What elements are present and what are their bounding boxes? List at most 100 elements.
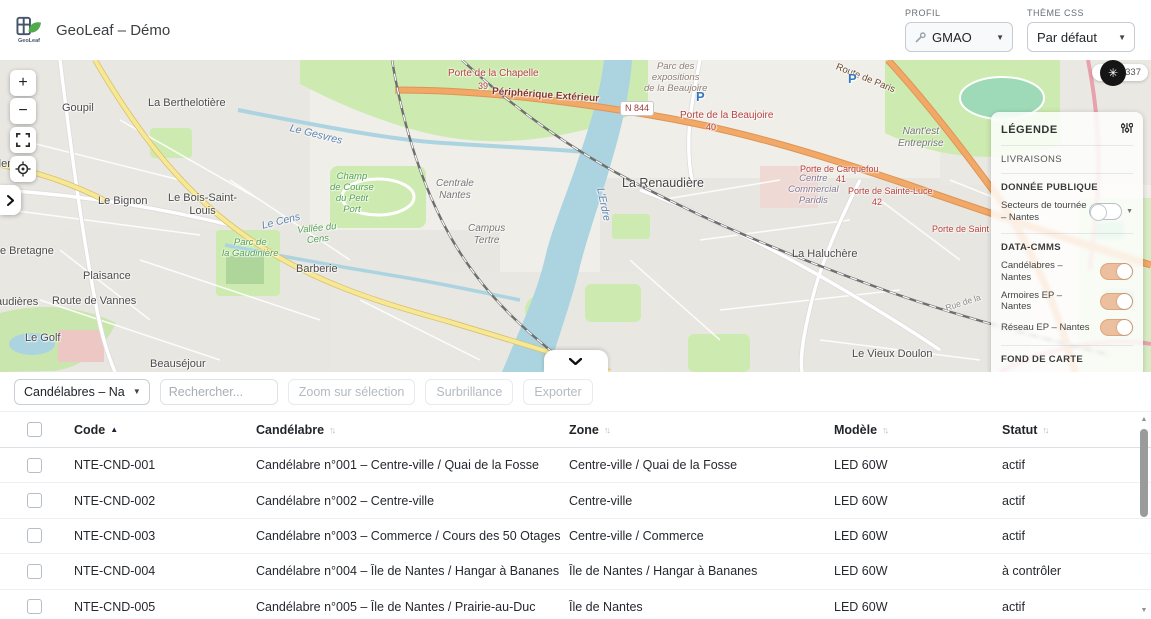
scroll-up-icon[interactable]: ▲ xyxy=(1141,415,1148,425)
layer-label: Secteurs de tournée – Nantes xyxy=(1001,200,1089,224)
theme-select[interactable]: Par défaut ▼ xyxy=(1027,22,1135,52)
profile-label: PROFIL xyxy=(905,8,1013,18)
cell-code: NTE-CND-003 xyxy=(69,529,251,543)
layer-toggle[interactable] xyxy=(1100,263,1133,280)
row-checkbox[interactable] xyxy=(27,599,42,614)
data-cmms-layer-row: Candélabres – Nantes xyxy=(1001,257,1133,287)
chevron-down-icon: ▼ xyxy=(996,33,1004,42)
search-input[interactable] xyxy=(160,379,278,405)
cell-code: NTE-CND-005 xyxy=(69,600,251,614)
row-checkbox[interactable] xyxy=(27,458,42,473)
map-label: Porte de la Beaujoire xyxy=(680,110,773,122)
column-header-statut[interactable]: Statut↑↓ xyxy=(997,423,1151,437)
cell-statut: actif xyxy=(997,494,1151,508)
scroll-down-icon[interactable]: ▼ xyxy=(1141,606,1148,616)
row-checkbox[interactable] xyxy=(27,493,42,508)
map-label: La Haluchère xyxy=(792,248,857,261)
chevron-down-icon: ▼ xyxy=(1118,33,1126,42)
table-header-row: Code▲Candélabre↑↓Zone↑↓Modèle↑↓Statut↑↓ xyxy=(0,412,1151,448)
features-table: Code▲Candélabre↑↓Zone↑↓Modèle↑↓Statut↑↓ … xyxy=(0,412,1151,619)
map-label: P xyxy=(848,72,857,87)
geoleaf-logo-icon xyxy=(16,16,42,37)
map-label: Porte de Sainte-Luce xyxy=(848,186,933,196)
layer-toggle[interactable] xyxy=(1100,293,1133,310)
map-label: Barberie xyxy=(296,263,338,276)
cell-statut: actif xyxy=(997,600,1151,614)
layer-toggle[interactable] xyxy=(1100,319,1133,336)
app-header: GeoLeaf GeoLeaf – Démo PROFIL GMAO ▼ THÈ… xyxy=(0,0,1151,60)
table-row[interactable]: NTE-CND-002Candélabre n°002 – Centre-vil… xyxy=(0,483,1151,518)
layer-toggle[interactable] xyxy=(1089,203,1122,220)
filter-sliders-icon[interactable] xyxy=(1121,122,1133,137)
cell-candelabre: Candélabre n°005 – Île de Nantes / Prair… xyxy=(251,600,564,614)
column-header-zone[interactable]: Zone↑↓ xyxy=(564,423,829,437)
map-canvas[interactable]: GoupilLa BerthelotièreValentineLe Bignon… xyxy=(0,60,1151,372)
legend-section-data-cmms: DATA-CMMS xyxy=(1001,234,1133,257)
cell-modele: LED 60W xyxy=(829,529,997,543)
collapse-table-button[interactable] xyxy=(544,350,608,372)
locate-icon xyxy=(15,161,31,177)
map-label: La Berthelotière xyxy=(148,97,226,110)
cell-modele: LED 60W xyxy=(829,494,997,508)
cell-statut: actif xyxy=(997,458,1151,472)
fullscreen-icon xyxy=(16,133,30,147)
legend-panel: LÉGENDE LIVRAISONS DONNÉE PUBLIQUE Secte… xyxy=(991,112,1143,372)
layer-options-caret[interactable]: ▼ xyxy=(1126,208,1133,215)
export-button[interactable]: Exporter xyxy=(523,379,592,405)
highlight-button[interactable]: Surbrillance xyxy=(425,379,513,405)
cell-zone: Centre-ville xyxy=(564,494,829,508)
row-checkbox[interactable] xyxy=(27,564,42,579)
map-label: audières xyxy=(0,296,38,309)
map-label: La Renaudière xyxy=(622,176,704,190)
cell-statut: à contrôler xyxy=(997,564,1151,578)
map-label: Le Bignon xyxy=(98,195,148,208)
cell-code: NTE-CND-001 xyxy=(69,458,251,472)
cell-candelabre: Candélabre n°004 – Île de Nantes / Hanga… xyxy=(251,564,564,578)
donnee-publique-layer-row: Secteurs de tournée – Nantes ▼ xyxy=(1001,197,1133,227)
table-row[interactable]: NTE-CND-005Candélabre n°005 – Île de Nan… xyxy=(0,590,1151,619)
column-header-modle[interactable]: Modèle↑↓ xyxy=(829,423,997,437)
zoom-in-button[interactable]: + xyxy=(10,70,36,96)
column-header-code[interactable]: Code▲ xyxy=(69,423,251,437)
map-label: 40 xyxy=(706,122,716,132)
cell-zone: Île de Nantes xyxy=(564,600,829,614)
table-row[interactable]: NTE-CND-001Candélabre n°001 – Centre-vil… xyxy=(0,448,1151,483)
map-label: Le Golf xyxy=(25,332,60,345)
map-settings-button[interactable]: ✳ xyxy=(1100,60,1126,86)
scrollbar-thumb[interactable] xyxy=(1140,429,1148,517)
map-label: P xyxy=(696,90,705,105)
wrench-icon xyxy=(915,32,926,43)
table-scrollbar[interactable]: ▲ ▼ xyxy=(1138,415,1150,616)
data-cmms-layer-row: Armoires EP – Nantes xyxy=(1001,287,1133,317)
fullscreen-button[interactable] xyxy=(10,127,36,153)
legend-title: LÉGENDE xyxy=(1001,124,1058,136)
map-label: Goupil xyxy=(62,102,94,115)
map-label: Nant'est Entreprise xyxy=(898,126,944,149)
zoom-selection-button[interactable]: Zoom sur sélection xyxy=(288,379,416,405)
zoom-out-button[interactable]: − xyxy=(10,98,36,124)
theme-label: THÈME CSS xyxy=(1027,8,1135,18)
layer-label: Armoires EP – Nantes xyxy=(1001,290,1093,314)
layer-label: Candélabres – Nantes xyxy=(1001,260,1093,284)
map-label: Beauséjour xyxy=(150,358,206,371)
cell-candelabre: Candélabre n°003 – Commerce / Cours des … xyxy=(251,529,564,543)
table-row[interactable]: NTE-CND-004Candélabre n°004 – Île de Nan… xyxy=(0,554,1151,589)
select-all-checkbox[interactable] xyxy=(27,422,42,437)
legend-section-donnee-publique: DONNÉE PUBLIQUE xyxy=(1001,174,1133,197)
page-title: GeoLeaf – Démo xyxy=(56,22,170,39)
layer-select[interactable]: Candélabres – Na ▼ xyxy=(14,379,150,405)
cell-modele: LED 60W xyxy=(829,458,997,472)
map-label: Le Vieux Doulon xyxy=(852,348,933,361)
sort-icon: ↑↓ xyxy=(1042,425,1047,435)
column-header-candlabre[interactable]: Candélabre↑↓ xyxy=(251,423,564,437)
profile-select[interactable]: GMAO ▼ xyxy=(905,22,1013,52)
sort-icon: ↑↓ xyxy=(329,425,334,435)
map-label: Centre Commercial Paridis xyxy=(788,174,839,207)
row-checkbox[interactable] xyxy=(27,528,42,543)
map-label: Centrale Nantes xyxy=(436,178,474,201)
sidebar-expand-button[interactable] xyxy=(0,185,21,215)
table-row[interactable]: NTE-CND-003Candélabre n°003 – Commerce /… xyxy=(0,519,1151,554)
locate-button[interactable] xyxy=(10,156,36,182)
app-logo: GeoLeaf xyxy=(16,16,42,44)
map-label: 42 xyxy=(872,197,882,207)
